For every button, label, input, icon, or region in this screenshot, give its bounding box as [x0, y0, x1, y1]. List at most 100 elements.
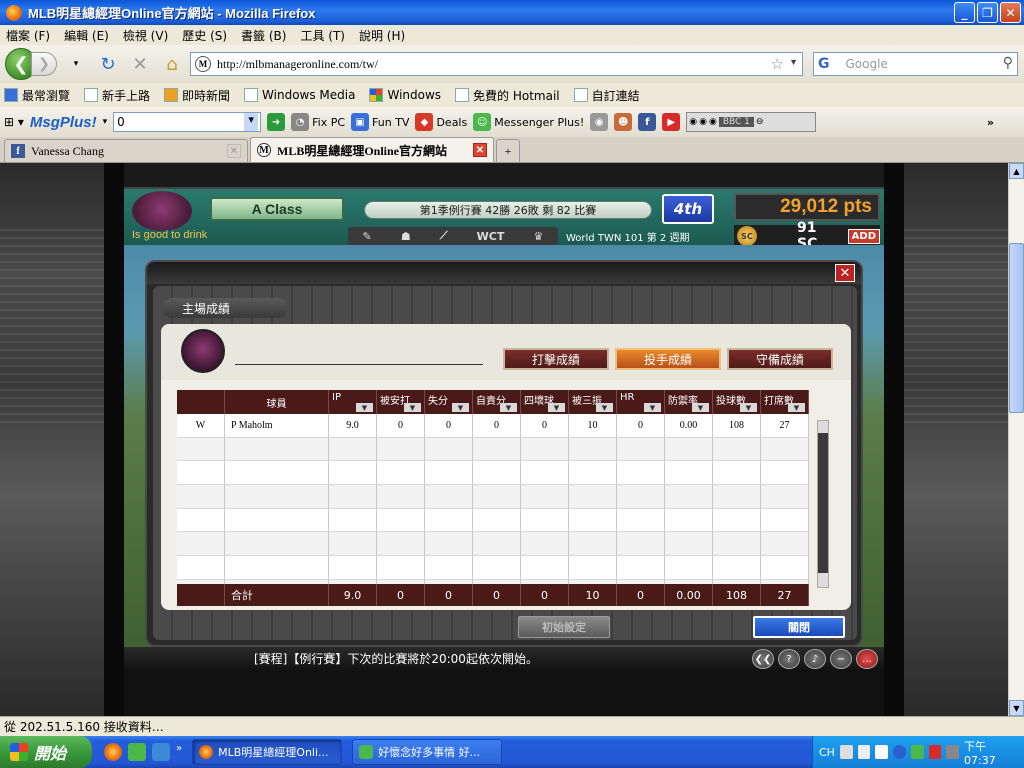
table-row[interactable]: W P Maholm 9.0 0 0 0 0 10 0 0.00 108 27 — [177, 414, 809, 438]
restore-button[interactable]: ❐ — [977, 2, 998, 23]
scroll-down-icon[interactable]: ▼ — [1009, 700, 1024, 716]
help-tray-icon[interactable] — [875, 745, 889, 759]
language-indicator[interactable]: CH — [819, 746, 835, 759]
rewind-icon[interactable]: ❮❮ — [752, 649, 774, 669]
close-button[interactable]: 關閉 — [753, 616, 845, 638]
sort-icon[interactable]: ▼ — [596, 403, 613, 412]
network-icon[interactable] — [946, 745, 959, 759]
stop-icon[interactable]: ✕ — [127, 51, 153, 77]
menu-tools[interactable]: 工具 (T) — [300, 27, 345, 44]
col-ip[interactable]: IP ▼ — [329, 390, 377, 414]
bookmark-hotmail[interactable]: 免費的 Hotmail — [455, 87, 568, 104]
sort-icon[interactable]: ▼ — [788, 403, 805, 412]
search-bar[interactable]: G Google ⚲ — [813, 52, 1018, 76]
player-name[interactable]: P Maholm — [225, 414, 329, 437]
scroll-up-icon[interactable]: ▲ — [1009, 163, 1024, 179]
bookmark-windows-media[interactable]: Windows Media — [244, 88, 363, 102]
messenger-icon[interactable] — [128, 743, 146, 761]
page-scrollbar[interactable]: ▲ ▼ — [1008, 163, 1024, 716]
reload-icon[interactable]: ↻ — [95, 51, 121, 77]
tab-mlb-manager[interactable]: M MLB明星總經理Online官方網站 ✕ — [250, 137, 494, 162]
toolbar-item-fun-tv[interactable]: ▣ Fun TV — [351, 113, 409, 131]
col-pitches[interactable]: 投球數 ▼ — [713, 390, 761, 414]
toolbar-options-icon[interactable]: ⊞ ▾ — [4, 115, 24, 129]
forward-button[interactable]: ❯ — [31, 52, 57, 76]
sort-icon[interactable]: ▼ — [452, 403, 469, 412]
wct-link[interactable]: WCT — [477, 230, 505, 243]
monkey-icon[interactable]: ☻ — [614, 113, 633, 131]
sort-icon[interactable]: ▼ — [404, 403, 421, 412]
reset-button[interactable]: 初始設定 — [518, 616, 610, 638]
col-player[interactable]: 球員 — [225, 390, 329, 414]
scrollbar-thumb[interactable] — [1009, 243, 1024, 413]
home-icon[interactable]: ⌂ — [159, 51, 185, 77]
msgplus-dropdown-icon[interactable]: ▾ — [103, 117, 108, 127]
col-strikeouts[interactable]: 被三振 ▼ — [569, 390, 617, 414]
pen-icon[interactable] — [857, 745, 871, 759]
col-earned-runs[interactable]: 自責分 ▼ — [473, 390, 521, 414]
bookmark-getting-started[interactable]: 新手上路 — [84, 87, 158, 104]
tab-pitching-stats[interactable]: 投手成績 — [615, 348, 721, 370]
start-button[interactable]: 開始 — [0, 736, 92, 768]
bookmark-star-icon[interactable]: ☆ — [771, 55, 784, 74]
radio-player[interactable]: ◉ ◉ ◉ BBC 1 ⊖ — [686, 112, 817, 132]
new-tab-button[interactable]: + — [496, 139, 520, 162]
help-icon[interactable]: ? — [778, 649, 800, 669]
keyboard-icon[interactable] — [839, 745, 853, 759]
dialog-close-button[interactable]: ✕ — [835, 264, 855, 282]
tab-close-icon[interactable]: ✕ — [227, 144, 241, 158]
menu-history[interactable]: 歷史 (S) — [182, 27, 227, 44]
ticket-icon[interactable]: ✎ — [363, 230, 372, 243]
pause-icon[interactable]: ◉ — [699, 117, 707, 127]
sort-icon[interactable]: ▼ — [644, 403, 661, 412]
history-dropdown-icon[interactable]: ▾ — [63, 51, 89, 77]
stop-icon[interactable]: ◉ — [709, 117, 717, 127]
search-icon[interactable]: ⚲ — [1003, 55, 1013, 71]
menu-bookmarks[interactable]: 書籤 (B) — [241, 27, 286, 44]
firefox-icon[interactable] — [104, 743, 122, 761]
col-runs[interactable]: 失分 ▼ — [425, 390, 473, 414]
close-window-button[interactable]: ✕ — [1000, 2, 1021, 23]
bookmark-news[interactable]: 即時新聞 — [164, 87, 238, 104]
messenger-tray-icon[interactable] — [910, 745, 924, 759]
menu-edit[interactable]: 編輯 (E) — [64, 27, 109, 44]
bookmark-windows[interactable]: Windows — [369, 88, 449, 102]
sort-icon[interactable]: ▼ — [692, 403, 709, 412]
col-hr[interactable]: HR ▼ — [617, 390, 665, 414]
sort-icon[interactable]: ▼ — [356, 403, 373, 412]
sound-icon[interactable]: ♪ — [804, 649, 826, 669]
play-icon[interactable]: ◉ — [689, 117, 697, 127]
trophy-icon[interactable]: ♛ — [534, 230, 544, 243]
menu-file[interactable]: 檔案 (F) — [6, 27, 50, 44]
minimize-button[interactable]: _ — [954, 2, 975, 23]
add-sc-button[interactable]: ADD — [847, 228, 880, 244]
msgplus-logo[interactable]: MsgPlus! — [30, 114, 97, 131]
minimize-game-icon[interactable]: − — [830, 649, 852, 669]
bat-icon[interactable]: ⟋ — [440, 229, 448, 243]
col-era[interactable]: 防禦率 ▼ — [665, 390, 713, 414]
sort-icon[interactable]: ▼ — [740, 403, 757, 412]
tab-close-icon[interactable]: ✕ — [473, 143, 487, 157]
google-icon[interactable]: G — [818, 56, 830, 72]
bookmark-most-visited[interactable]: 最常瀏覽 — [4, 87, 78, 104]
ie-icon[interactable] — [152, 743, 170, 761]
toolbar-item-deals[interactable]: ◆ Deals — [415, 113, 467, 131]
col-hits-allowed[interactable]: 被安打 ▼ — [377, 390, 425, 414]
col-batters-faced[interactable]: 打席數 ▼ — [761, 390, 809, 414]
ati-icon[interactable] — [928, 745, 942, 759]
taskbar-firefox[interactable]: MLB明星總經理Onli... — [192, 739, 343, 765]
quick-launch-more[interactable]: » — [176, 743, 182, 761]
table-scrollbar[interactable] — [817, 420, 829, 588]
col-walks[interactable]: 四壞球 ▼ — [521, 390, 569, 414]
tab-fielding-stats[interactable]: 守備成績 — [727, 348, 833, 370]
url-bar[interactable]: M http://mlbmanageronline.com/tw/ ☆ ▼ — [190, 52, 803, 76]
taskbar-messenger[interactable]: 好懷念好多事情 好... — [352, 739, 503, 765]
tab-vanessa-chang[interactable]: f Vanessa Chang ✕ — [4, 139, 248, 162]
menu-view[interactable]: 檢視 (V) — [123, 27, 168, 44]
toolbar-item-messenger-plus[interactable]: ☺ Messenger Plus! — [473, 113, 584, 131]
players-icon[interactable]: ☗ — [401, 230, 411, 243]
toolbar-item-fix-pc[interactable]: ◔ Fix PC — [291, 113, 345, 131]
go-arrow-icon[interactable]: ➜ — [267, 113, 286, 131]
scrollbar-thumb[interactable] — [818, 433, 828, 573]
gamepad-icon[interactable]: ◉ — [590, 113, 609, 131]
